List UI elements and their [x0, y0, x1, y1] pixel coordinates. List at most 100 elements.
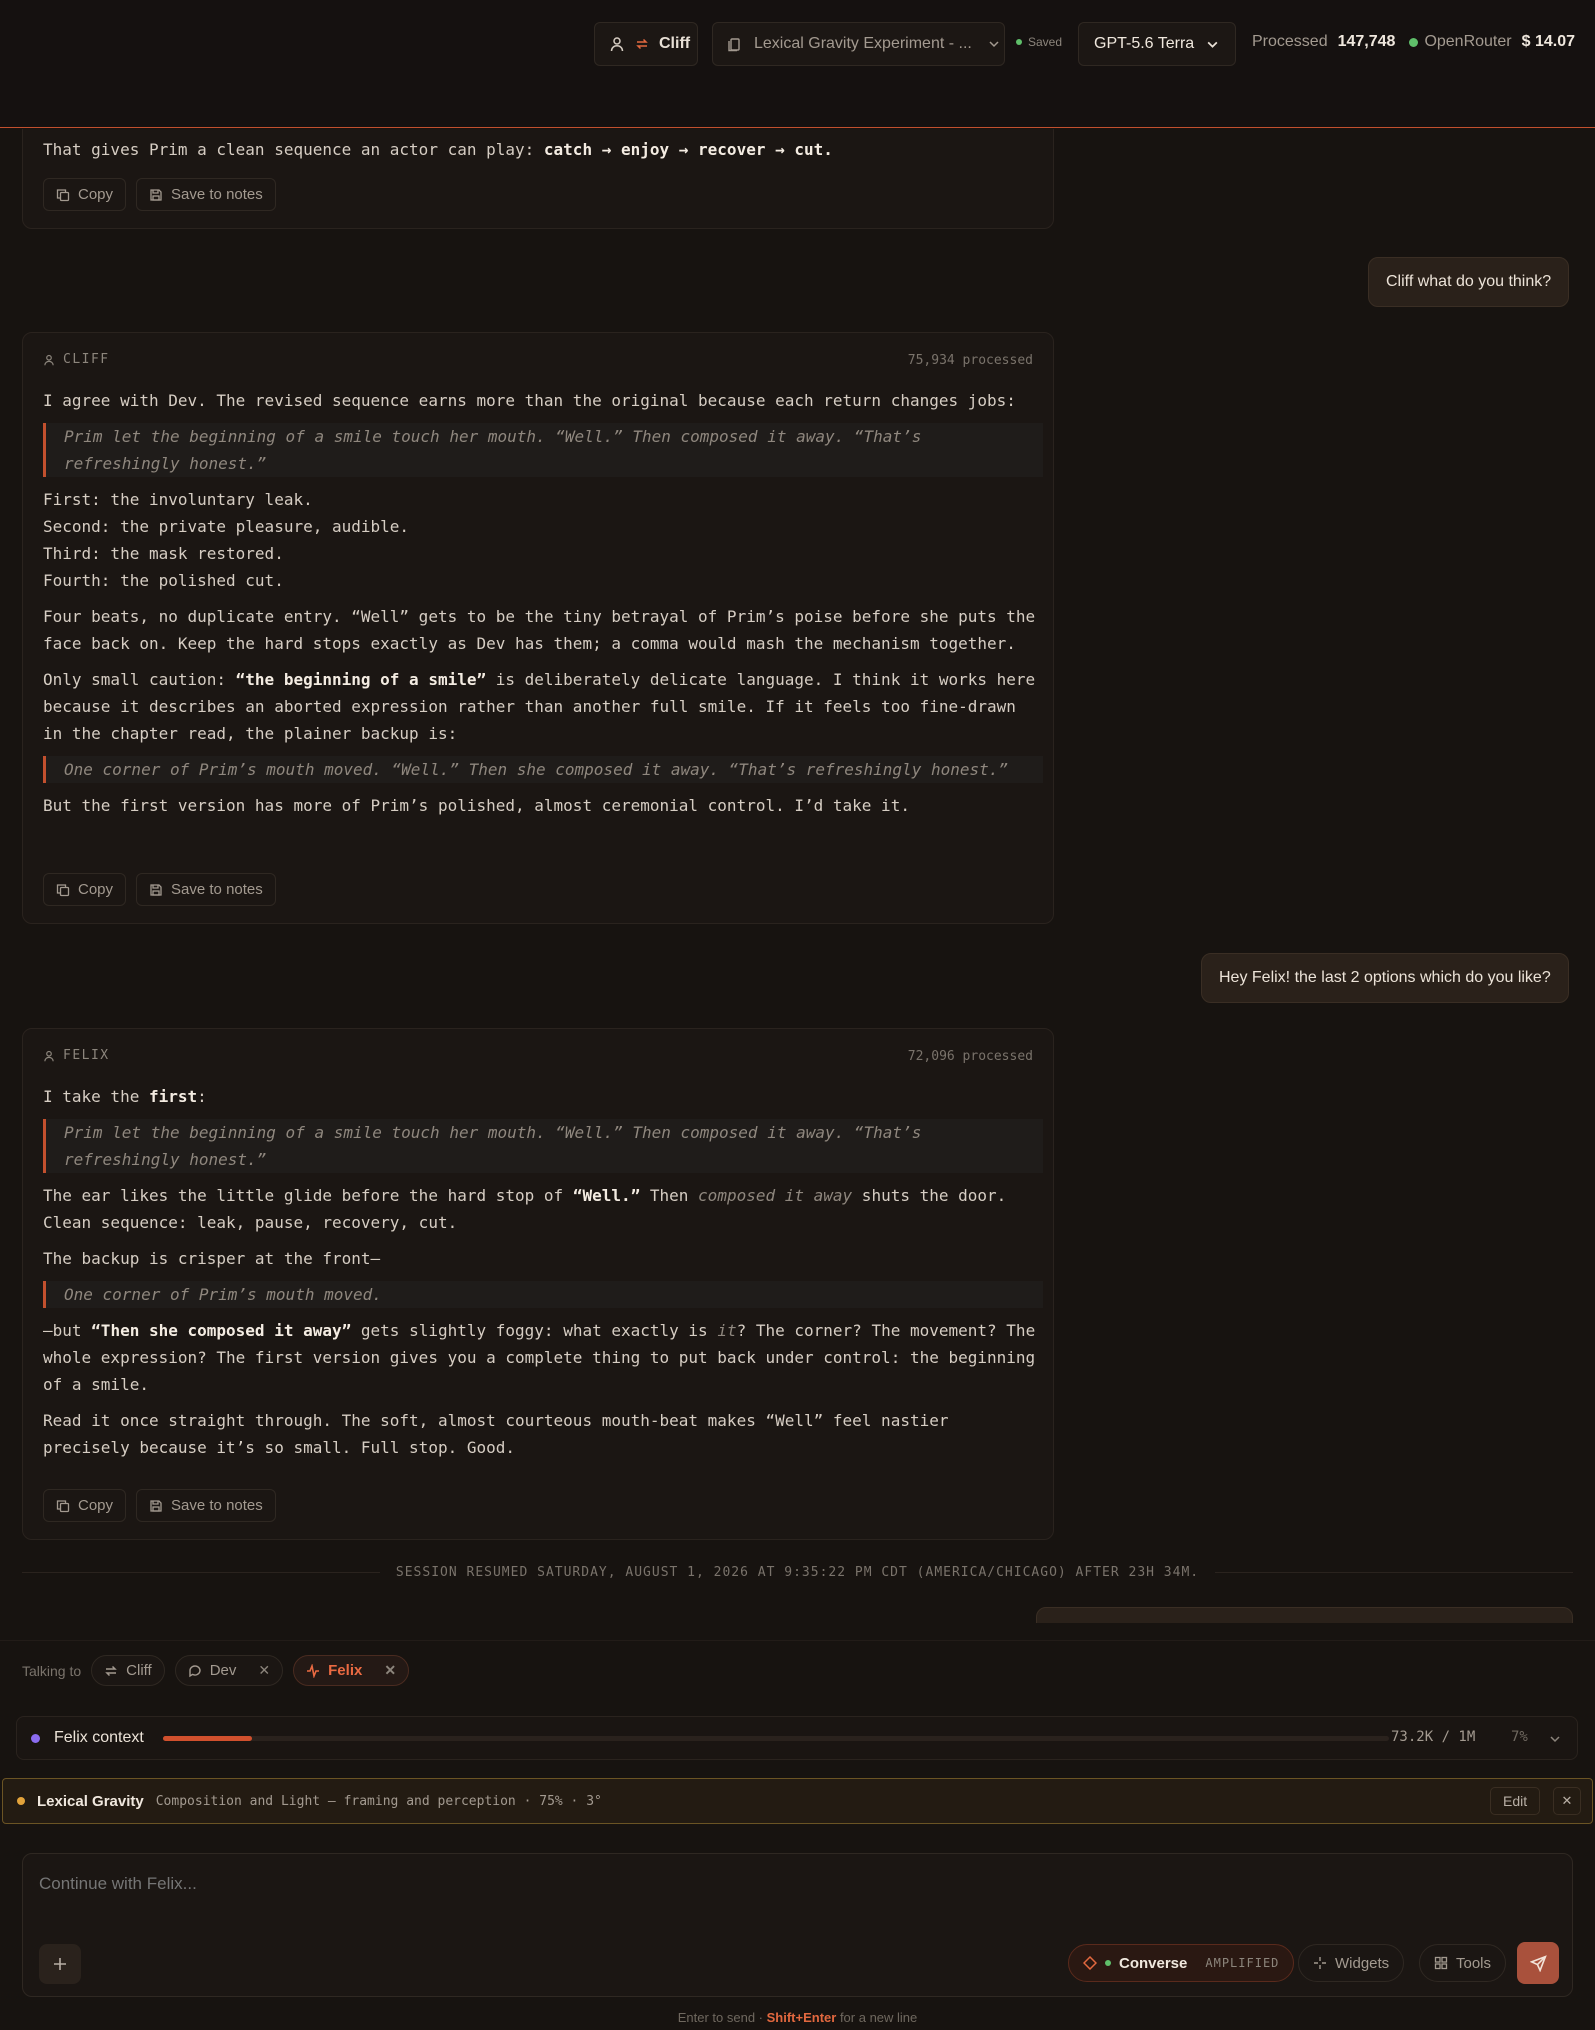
project-selector[interactable]: Lexical Gravity Experiment - ...	[712, 22, 1005, 66]
list-line: Fourth: the polished cut.	[43, 571, 284, 590]
widgets-label: Widgets	[1335, 1954, 1390, 1972]
text-span: I take the	[43, 1087, 149, 1106]
text-span: Only small caution:	[43, 670, 236, 689]
processed-value: 147,748	[1337, 33, 1396, 50]
copy-icon	[56, 188, 70, 202]
hint-text: for a new line	[836, 2010, 918, 2025]
mode-tag: AMPLIFIED	[1205, 1956, 1280, 1970]
save-label: Save to notes	[171, 881, 263, 898]
copy-icon	[56, 883, 70, 897]
edit-button[interactable]: Edit	[1490, 1787, 1541, 1815]
copy-button[interactable]: Copy	[43, 1489, 127, 1522]
provider-status-dot	[1409, 37, 1419, 47]
divider-line	[22, 1572, 380, 1573]
blockquote: One corner of Prim’s mouth moved. “Well.…	[43, 756, 1043, 783]
processed-count: 72,096 processed	[907, 1049, 1033, 1064]
save-label: Save to notes	[171, 186, 263, 203]
text-span: —but	[43, 1321, 92, 1340]
paragraph: —but “Then she composed it away” gets sl…	[43, 1317, 1043, 1398]
edit-label: Edit	[1503, 1793, 1528, 1809]
chevron-down-icon	[988, 38, 1000, 50]
message-input[interactable]	[39, 1874, 1549, 1924]
top-bar: Cliff Lexical Gravity Experiment - ... S…	[0, 0, 1595, 128]
close-icon[interactable]: ✕	[384, 1662, 396, 1679]
plus-icon	[52, 1956, 68, 1972]
paragraph: The ear likes the little glide before th…	[43, 1182, 1043, 1236]
divider	[0, 1640, 1595, 1641]
message-body: I take the first: Prim let the beginning…	[43, 1083, 1043, 1470]
send-button[interactable]	[1517, 1942, 1559, 1984]
chevron-down-icon[interactable]	[1549, 1733, 1561, 1745]
context-bar[interactable]: Felix context 73.2K / 1M 7%	[16, 1716, 1578, 1760]
blockquote: Prim let the beginning of a smile touch …	[43, 423, 1043, 477]
chip-label: Cliff	[126, 1662, 152, 1679]
widgets-button[interactable]: Widgets	[1298, 1944, 1405, 1982]
model-selector[interactable]: GPT-5.6 Terra	[1078, 22, 1236, 66]
mode-status-dot	[1105, 1960, 1111, 1966]
lens-name: Lexical Gravity	[37, 1792, 144, 1810]
message-author: CLIFF	[43, 352, 110, 367]
user-icon	[43, 1050, 55, 1062]
model-name: GPT-5.6 Terra	[1094, 35, 1195, 52]
close-button[interactable]: ✕	[1553, 1787, 1581, 1815]
save-to-notes-button[interactable]: Save to notes	[136, 873, 276, 906]
context-progress-fill	[163, 1736, 253, 1741]
copy-label: Copy	[78, 1497, 114, 1514]
save-to-notes-button[interactable]: Save to notes	[136, 1489, 276, 1522]
user-icon	[609, 36, 625, 52]
saved-dot	[1016, 39, 1022, 45]
diamond-icon	[1083, 1956, 1097, 1970]
paragraph: The backup is crisper at the front—	[43, 1249, 381, 1268]
chip-label: Felix	[328, 1662, 363, 1679]
saved-status: Saved	[1016, 35, 1062, 49]
assistant-message-card: FELIX 72,096 processed I take the first:…	[22, 1028, 1054, 1540]
context-value: 73.2K / 1M	[1391, 1729, 1476, 1745]
user-message-text: Hey Felix! the last 2 options which do y…	[1219, 969, 1551, 986]
copy-button[interactable]: Copy	[43, 873, 127, 906]
cost-value: $ 14.07	[1521, 33, 1575, 50]
save-icon	[149, 1499, 163, 1513]
persona-switcher[interactable]: Cliff	[594, 22, 698, 66]
bold-span: “the beginning of a smile”	[235, 670, 487, 689]
save-to-notes-button[interactable]: Save to notes	[136, 178, 276, 211]
document-icon	[727, 37, 742, 52]
lens-dot	[17, 1797, 25, 1805]
paragraph: Four beats, no duplicate entry. “Well” g…	[43, 607, 1036, 653]
context-dot	[31, 1733, 40, 1743]
author-name: FELIX	[63, 1048, 110, 1063]
chat-scroll-area[interactable]: That gives Prim a clean sequence an acto…	[0, 129, 1595, 1623]
close-icon[interactable]: ✕	[258, 1662, 270, 1679]
blockquote: Prim let the beginning of a smile touch …	[43, 1119, 1043, 1173]
italic-span: composed it away	[698, 1186, 853, 1205]
keyboard-hint: Enter to send · Shift+Enter for a new li…	[0, 2010, 1595, 2025]
participant-chip-cliff[interactable]: Cliff	[91, 1655, 165, 1686]
tools-label: Tools	[1456, 1954, 1492, 1972]
message-bold: catch → enjoy → recover → cut.	[543, 140, 833, 159]
swap-icon	[635, 37, 649, 51]
paragraph: I take the first:	[43, 1083, 1043, 1110]
swap-icon	[104, 1664, 118, 1678]
provider-name: OpenRouter	[1424, 33, 1512, 50]
context-progress-track	[163, 1736, 1389, 1741]
active-lens-bar: Lexical Gravity Composition and Light — …	[2, 1778, 1593, 1824]
mode-selector[interactable]: Converse AMPLIFIED	[1068, 1944, 1295, 1982]
chevron-down-icon	[1206, 38, 1219, 51]
participant-chip-felix[interactable]: Felix ✕	[293, 1655, 410, 1686]
usage-stats: Processed 147,748 OpenRouter $ 14.07	[1252, 33, 1575, 51]
paragraph: Read it once straight through. The soft,…	[43, 1411, 949, 1457]
copy-label: Copy	[78, 881, 114, 898]
text-span: The ear likes the little glide before th…	[43, 1186, 573, 1205]
paragraph: I agree with Dev. The revised sequence e…	[43, 391, 1016, 410]
text-span: Then	[640, 1186, 699, 1205]
tools-button[interactable]: Tools	[1419, 1944, 1507, 1982]
saved-label: Saved	[1028, 35, 1063, 49]
message-actions: Copy Save to notes	[43, 873, 276, 906]
attach-button[interactable]	[39, 1944, 81, 1984]
participant-chip-dev[interactable]: Dev ✕	[174, 1655, 284, 1686]
copy-button[interactable]: Copy	[43, 178, 127, 211]
message-text: That gives Prim a clean sequence an acto…	[43, 140, 544, 159]
mode-label: Converse	[1119, 1954, 1188, 1972]
message-actions: Copy Save to notes	[43, 178, 276, 211]
persona-name: Cliff	[659, 35, 691, 52]
list-line: Second: the private pleasure, audible.	[43, 517, 410, 536]
